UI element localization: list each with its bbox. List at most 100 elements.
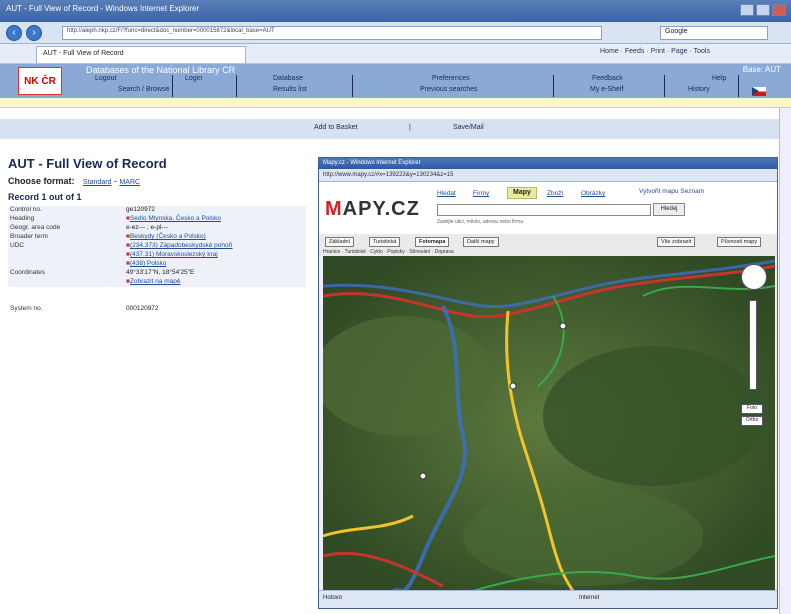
record-field-label: UDC bbox=[10, 242, 25, 249]
mapy-right-links[interactable]: Vytvořit mapu Seznam bbox=[639, 188, 704, 195]
record-field-label bbox=[8, 260, 124, 269]
record-value-link[interactable]: (437.31) Moravskoslezský kraj bbox=[130, 251, 218, 258]
tab-zbozi[interactable]: Zboží bbox=[547, 190, 563, 197]
record-table: Control no. ge120972 Heading ■Sedlo Mlynska… bbox=[8, 206, 306, 314]
map-marker[interactable] bbox=[419, 472, 427, 480]
record-row: Geogr. area code e-ez--- ; e-pl--- bbox=[8, 224, 306, 233]
record-field-label bbox=[8, 278, 124, 287]
tab-firmy[interactable]: Firmy bbox=[473, 190, 489, 197]
record-field-value[interactable]: ■Sedlo Mlynska, Česko a Polsko bbox=[124, 215, 306, 224]
menu-divider bbox=[172, 75, 173, 97]
record-field-label: Geogr. area code bbox=[10, 224, 61, 231]
record-field-value[interactable]: ■Zobrazit na mapě bbox=[124, 278, 306, 287]
map-button-properties[interactable]: Půvnosti mapy bbox=[717, 237, 762, 247]
mapy-logo-rest: APY.CZ bbox=[342, 198, 420, 220]
menu-history[interactable]: History bbox=[688, 86, 710, 93]
site-title: Databases of the National Library CR bbox=[86, 65, 236, 75]
map-search-button[interactable]: Hledej bbox=[653, 203, 685, 216]
menu-divider bbox=[553, 75, 554, 97]
map-button-tourist[interactable]: Turistická bbox=[369, 237, 401, 247]
menu-logout[interactable]: Logout bbox=[95, 75, 116, 82]
format-standard-link[interactable]: Standard bbox=[83, 179, 111, 186]
popup-address-bar[interactable]: http://www.mapy.cz/#x=139223&y=130234&z=… bbox=[319, 169, 777, 182]
menu-my-eshelf[interactable]: My e-Shelf bbox=[590, 86, 623, 93]
forward-button[interactable]: › bbox=[26, 25, 42, 41]
record-field-label: Broader term bbox=[10, 233, 48, 240]
satellite-map[interactable]: Foto Ortho bbox=[323, 256, 775, 591]
tab-obrazky[interactable]: Obrázky bbox=[581, 190, 605, 197]
close-window-button[interactable] bbox=[772, 4, 786, 16]
layer-stinovani[interactable]: Stínování bbox=[409, 249, 430, 255]
menu-divider bbox=[738, 75, 739, 97]
menu-previous-searches[interactable]: Previous searches bbox=[420, 86, 478, 93]
record-field-value: 49°33'17"N, 18°54'25"E bbox=[126, 269, 195, 276]
minimize-button[interactable] bbox=[740, 4, 754, 16]
menu-feedback[interactable]: Feedback bbox=[592, 75, 623, 82]
popup-status-text: Hotovo bbox=[323, 595, 343, 601]
map-pan-control[interactable] bbox=[741, 264, 767, 290]
popup-title-bar: Mapy.cz - Windows Internet Explorer bbox=[319, 158, 777, 169]
record-value-link[interactable]: Zobrazit na mapě bbox=[130, 278, 181, 285]
layer-checkboxes[interactable]: Hranice · Turistické · Cyklo · Popisky ·… bbox=[323, 249, 454, 255]
menu-login[interactable]: Login bbox=[185, 75, 202, 82]
record-count: Record 1 out of 1 bbox=[8, 192, 82, 202]
popup-zone-text: Internet bbox=[579, 595, 600, 601]
map-search-input[interactable] bbox=[437, 204, 651, 216]
record-value-link[interactable]: (438) Polsko bbox=[130, 260, 167, 267]
search-input[interactable]: Google bbox=[660, 26, 768, 40]
layer-hranice[interactable]: Hranice bbox=[323, 249, 340, 255]
menu-results-list[interactable]: Results list bbox=[273, 86, 307, 93]
tab-active[interactable]: AUT - Full View of Record bbox=[36, 46, 246, 63]
tab-mapy[interactable]: Mapy bbox=[507, 187, 537, 199]
map-button-photo[interactable]: Fotomapa bbox=[415, 237, 450, 247]
record-value-link[interactable]: Beskydy (Česko a Polsko) bbox=[130, 233, 206, 240]
map-button-basic[interactable]: Základní bbox=[325, 237, 355, 247]
save-mail-link[interactable]: Save/Mail bbox=[453, 124, 484, 131]
popup-status-bar: Hotovo Internet bbox=[319, 590, 777, 608]
site-header: NK ČR Databases of the National Library … bbox=[0, 64, 791, 98]
record-value-link[interactable]: Sedlo Mlynska, Česko a Polsko bbox=[130, 215, 221, 222]
layer-doprava[interactable]: Doprava bbox=[435, 249, 454, 255]
address-input[interactable]: http://aleph.nkp.cz/F/?func=direct&doc_n… bbox=[62, 26, 602, 40]
page-scrollbar[interactable] bbox=[779, 108, 791, 614]
record-field-value[interactable]: ■(437.31) Moravskoslezský kraj bbox=[124, 251, 306, 260]
record-row: UDC ■(234.373) Západobeskydské pohoří bbox=[8, 242, 306, 251]
record-field-label: Coordinates bbox=[10, 269, 46, 276]
maximize-button[interactable] bbox=[756, 4, 770, 16]
record-field-value: e-ez--- ; e-pl--- bbox=[126, 224, 168, 231]
record-field-value[interactable]: ■Beskydy (Česko a Polsko) bbox=[124, 233, 306, 242]
layer-popisky[interactable]: Popisky bbox=[387, 249, 405, 255]
record-field-value: ge120972 bbox=[126, 206, 155, 213]
map-zoom-slider[interactable] bbox=[749, 300, 757, 390]
record-row: ■Zobrazit na mapě bbox=[8, 278, 306, 287]
record-value-link[interactable]: (234.373) Západobeskydské pohoří bbox=[130, 242, 233, 249]
tab-hledat[interactable]: Hledat bbox=[437, 190, 456, 197]
record-field-value[interactable]: ■(234.373) Západobeskydské pohoří bbox=[124, 242, 306, 251]
mapy-logo[interactable]: MAPY.CZ bbox=[325, 198, 420, 221]
map-marker[interactable] bbox=[509, 382, 517, 390]
menu-divider bbox=[664, 75, 665, 97]
menu-preferences[interactable]: Preferences bbox=[432, 75, 470, 82]
layer-cyklo[interactable]: Cyklo bbox=[370, 249, 383, 255]
menu-database[interactable]: Database bbox=[273, 75, 303, 82]
add-to-basket-link[interactable]: Add to Basket bbox=[314, 124, 358, 131]
map-type-ortho-button[interactable]: Ortho bbox=[741, 416, 763, 426]
layer-turisticke[interactable]: Turistické bbox=[345, 249, 366, 255]
back-button[interactable]: ‹ bbox=[6, 25, 22, 41]
map-button-show-all[interactable]: Vše zobrazit bbox=[657, 237, 696, 247]
mapy-logo-m: M bbox=[325, 198, 343, 220]
format-marc-link[interactable]: MARC bbox=[119, 179, 140, 186]
record-field-value[interactable]: ■(438) Polsko bbox=[124, 260, 306, 269]
library-logo[interactable]: NK ČR bbox=[18, 67, 62, 95]
map-type-photo-button[interactable]: Foto bbox=[741, 404, 763, 414]
menu-help[interactable]: Help bbox=[712, 75, 726, 82]
record-field-label: Control no. bbox=[10, 206, 42, 213]
base-status: Base: AUT bbox=[742, 65, 781, 74]
command-bar[interactable]: Home · Feeds · Print · Page · Tools bbox=[600, 48, 710, 55]
mapy-header: MAPY.CZ Hledat Firmy Mapy Zboží Obrázky … bbox=[319, 182, 777, 234]
czech-flag-icon[interactable] bbox=[752, 87, 766, 96]
menu-search-browse[interactable]: Search / Browse bbox=[118, 86, 169, 93]
map-button-more[interactable]: Další mapy bbox=[463, 237, 499, 247]
map-marker[interactable] bbox=[559, 322, 567, 330]
page-title: AUT - Full View of Record bbox=[8, 156, 167, 171]
